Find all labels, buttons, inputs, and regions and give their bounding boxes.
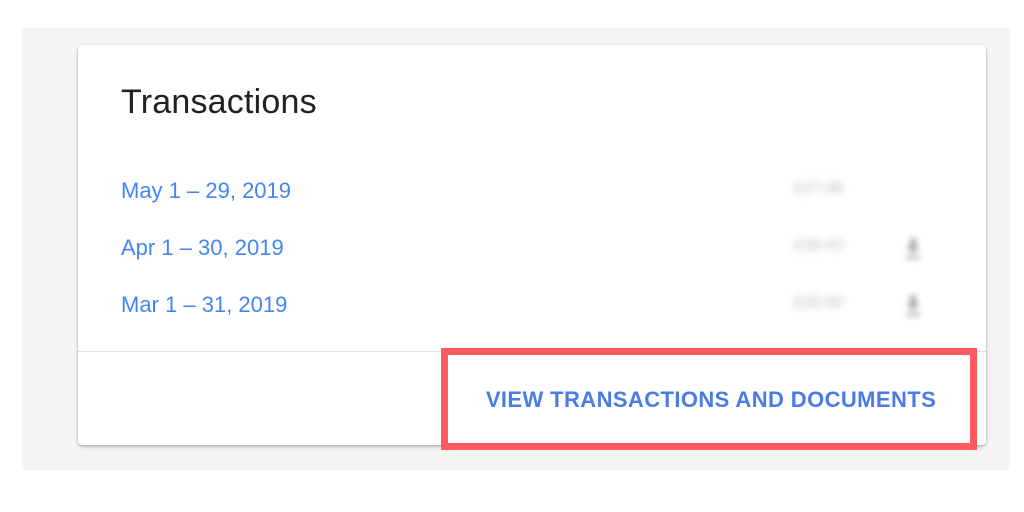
download-icon[interactable] — [905, 237, 921, 259]
card-title: Transactions — [121, 83, 317, 121]
card-divider — [78, 351, 986, 352]
transaction-amount: £38.43 — [794, 237, 843, 254]
transaction-row: Apr 1 – 30, 2019 £38.43 — [121, 227, 941, 267]
transaction-period-link[interactable]: Mar 1 – 31, 2019 — [121, 292, 287, 318]
transaction-row: May 1 – 29, 2019 £27.06 — [121, 170, 941, 210]
download-icon[interactable] — [905, 294, 921, 316]
view-transactions-button[interactable]: VIEW TRANSACTIONS AND DOCUMENTS — [467, 375, 955, 425]
transaction-period-link[interactable]: May 1 – 29, 2019 — [121, 178, 291, 204]
transaction-amount: £35.60 — [794, 294, 843, 311]
transactions-card: Transactions May 1 – 29, 2019 £27.06 Apr… — [78, 45, 986, 445]
transaction-amount: £27.06 — [794, 180, 843, 197]
transaction-row: Mar 1 – 31, 2019 £35.60 — [121, 284, 941, 324]
transaction-period-link[interactable]: Apr 1 – 30, 2019 — [121, 235, 284, 261]
